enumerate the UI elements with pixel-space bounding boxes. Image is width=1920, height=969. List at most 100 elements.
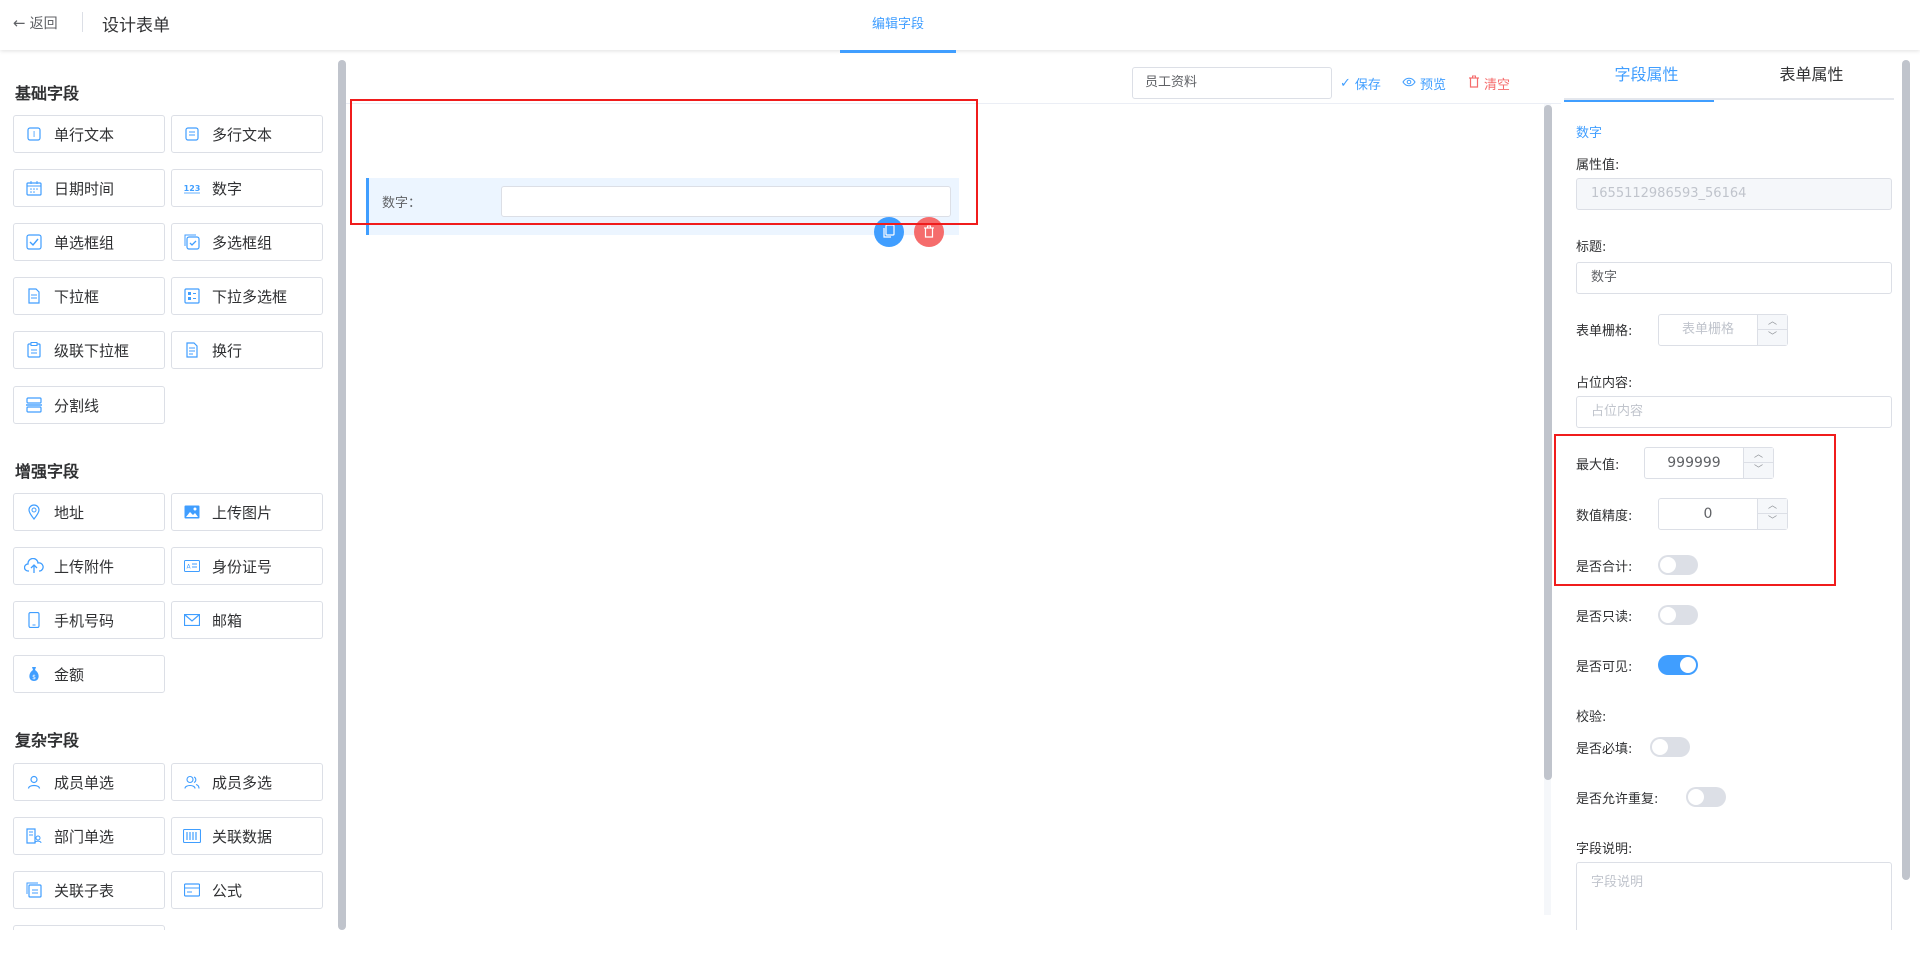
location-icon bbox=[24, 502, 44, 522]
increment-button[interactable]: ︿ bbox=[1757, 315, 1787, 330]
precision-value: 0 bbox=[1703, 506, 1713, 522]
widget-label: 成员单选 bbox=[54, 773, 115, 792]
placeholder-input[interactable]: 占位内容 bbox=[1576, 396, 1892, 428]
widget-id-card[interactable]: A 身份证号 bbox=[171, 547, 323, 585]
widget-label: 下拉框 bbox=[54, 287, 100, 306]
id-card-icon: A bbox=[182, 556, 202, 576]
copy-icon bbox=[883, 223, 895, 242]
widget-divider[interactable]: 分割线 bbox=[13, 386, 165, 424]
back-label: 返回 bbox=[29, 16, 58, 32]
widget-label: 身份证号 bbox=[212, 557, 273, 576]
widget-checkbox-group[interactable]: 多选框组 bbox=[171, 223, 323, 261]
widget-label: 多行文本 bbox=[212, 125, 273, 144]
preview-label: 预览 bbox=[1420, 78, 1447, 93]
widget-label: 多选框组 bbox=[212, 233, 273, 252]
formula-icon bbox=[182, 880, 202, 900]
widget-member-multi[interactable]: 成员多选 bbox=[171, 763, 323, 801]
decrement-button[interactable]: ﹀ bbox=[1757, 514, 1787, 529]
save-button[interactable]: ✓ 保存 bbox=[1340, 74, 1381, 93]
widget-number[interactable]: 123 数字 bbox=[171, 169, 323, 207]
single-line-text-icon: I bbox=[24, 124, 44, 144]
widget-amount[interactable]: $ 金额 bbox=[13, 655, 165, 693]
readonly-switch[interactable] bbox=[1658, 605, 1698, 625]
group-title-enhanced: 增强字段 bbox=[15, 462, 80, 481]
select-icon bbox=[24, 286, 44, 306]
widget-label: 下拉多选框 bbox=[212, 287, 288, 306]
phone-icon bbox=[24, 610, 44, 630]
delete-field-button[interactable] bbox=[914, 217, 944, 247]
back-button[interactable]: ← 返回 bbox=[13, 13, 58, 33]
group-title-basic: 基础字段 bbox=[15, 84, 80, 103]
widget-link-data[interactable]: 关联数据 bbox=[171, 817, 323, 855]
widget-label: 关联数据 bbox=[212, 827, 273, 846]
widget-select[interactable]: 下拉框 bbox=[13, 277, 165, 315]
widget-sub-table[interactable]: 关联子表 bbox=[13, 871, 165, 909]
canvas-scrollbar[interactable] bbox=[1544, 105, 1552, 780]
widget-multi-select[interactable]: 下拉多选框 bbox=[171, 277, 323, 315]
check-icon: ✓ bbox=[1340, 76, 1351, 91]
widget-label: 关联子表 bbox=[54, 881, 115, 900]
image-icon bbox=[182, 502, 202, 522]
right-panel-scrollbar[interactable] bbox=[1902, 60, 1910, 880]
left-panel-scrollbar[interactable] bbox=[338, 60, 346, 930]
widget-line-break[interactable]: 换行 bbox=[171, 331, 323, 369]
title-input[interactable]: 数字 bbox=[1576, 262, 1892, 294]
form-drop-zone[interactable]: 数字： bbox=[356, 104, 1544, 915]
widget-label: 公式 bbox=[212, 881, 243, 900]
visible-label: 是否可见: bbox=[1576, 660, 1633, 675]
money-bag-icon: $ bbox=[24, 664, 44, 684]
widget-date-time[interactable]: 日期时间 bbox=[13, 169, 165, 207]
widget-label: 地址 bbox=[54, 503, 85, 522]
max-label: 最大值: bbox=[1576, 458, 1620, 473]
widget-upload-attachment[interactable]: 上传附件 bbox=[13, 547, 165, 585]
save-label: 保存 bbox=[1354, 78, 1381, 93]
validate-label: 校验: bbox=[1576, 710, 1607, 725]
readonly-label: 是否只读: bbox=[1576, 610, 1633, 625]
tab-field-properties[interactable]: 字段属性 bbox=[1564, 50, 1729, 102]
widget-single-line-text[interactable]: I 单行文本 bbox=[13, 115, 165, 153]
sum-switch[interactable] bbox=[1658, 555, 1698, 575]
grid-stepper[interactable]: 表单栅格 ︿ ﹀ bbox=[1658, 314, 1788, 346]
widget-cascader[interactable]: 级联下拉框 bbox=[13, 331, 165, 369]
widget-member-single[interactable]: 成员单选 bbox=[13, 763, 165, 801]
widget-formula[interactable]: 公式 bbox=[171, 871, 323, 909]
department-icon bbox=[24, 826, 44, 846]
widget-label: 上传附件 bbox=[54, 557, 115, 576]
line-break-icon bbox=[182, 340, 202, 360]
increment-button[interactable]: ︿ bbox=[1743, 448, 1773, 463]
tab-form-properties[interactable]: 表单属性 bbox=[1729, 50, 1894, 100]
sum-label: 是否合计: bbox=[1576, 560, 1633, 575]
multi-select-icon bbox=[182, 286, 202, 306]
widget-phone[interactable]: 手机号码 bbox=[13, 601, 165, 639]
selected-field-number[interactable]: 数字： bbox=[366, 178, 959, 247]
properties-tabs: 字段属性 表单属性 bbox=[1564, 50, 1894, 102]
widget-label: 上传图片 bbox=[212, 503, 273, 522]
widget-upload-image[interactable]: 上传图片 bbox=[171, 493, 323, 531]
widget-email[interactable]: 邮箱 bbox=[171, 601, 323, 639]
preview-button[interactable]: 预览 bbox=[1402, 74, 1446, 93]
copy-field-button[interactable] bbox=[874, 217, 904, 247]
required-switch[interactable] bbox=[1650, 737, 1690, 757]
visible-switch[interactable] bbox=[1658, 655, 1698, 675]
widget-label: 邮箱 bbox=[212, 611, 243, 630]
bottom-bar bbox=[0, 930, 1920, 969]
clear-button[interactable]: 清空 bbox=[1468, 74, 1510, 93]
widget-radio-group[interactable]: 单选框组 bbox=[13, 223, 165, 261]
field-label: 数字： bbox=[382, 196, 422, 211]
grid-label: 表单栅格: bbox=[1576, 324, 1633, 339]
precision-label: 数值精度: bbox=[1576, 509, 1633, 524]
widget-multi-line-text[interactable]: 多行文本 bbox=[171, 115, 323, 153]
tab-edit-fields[interactable]: 编辑字段 bbox=[840, 0, 956, 53]
max-stepper[interactable]: 999999 ︿ ﹀ bbox=[1644, 447, 1774, 479]
decrement-button[interactable]: ﹀ bbox=[1757, 330, 1787, 345]
increment-button[interactable]: ︿ bbox=[1757, 499, 1787, 514]
form-name-input[interactable]: 员工资料 bbox=[1132, 67, 1332, 99]
properties-panel: 字段属性 表单属性 数字 属性值: 1655112986593_56164 标题… bbox=[1564, 50, 1920, 942]
duplicate-switch[interactable] bbox=[1686, 787, 1726, 807]
decrement-button[interactable]: ﹀ bbox=[1743, 463, 1773, 478]
number-field-input[interactable] bbox=[501, 186, 951, 217]
widget-department-single[interactable]: 部门单选 bbox=[13, 817, 165, 855]
widget-address[interactable]: 地址 bbox=[13, 493, 165, 531]
precision-stepper[interactable]: 0 ︿ ﹀ bbox=[1658, 498, 1788, 530]
user-icon bbox=[24, 772, 44, 792]
